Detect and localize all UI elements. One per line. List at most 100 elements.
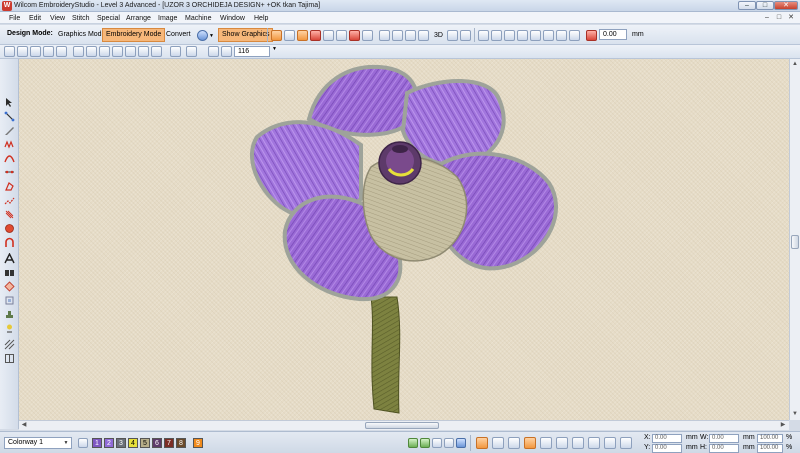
w-field[interactable]: 0.00: [709, 434, 739, 443]
print-icon[interactable]: [43, 46, 54, 57]
duplicate-icon[interactable]: [125, 46, 136, 57]
maximize-button[interactable]: □: [756, 1, 774, 10]
x-field[interactable]: 0.00: [652, 434, 682, 443]
show-guides-icon[interactable]: [405, 30, 416, 41]
colorway-options-icon[interactable]: [78, 438, 88, 448]
open-file-icon[interactable]: [17, 46, 28, 57]
align-center-icon[interactable]: [543, 30, 554, 41]
group-icon[interactable]: [478, 30, 489, 41]
monogram-icon[interactable]: [4, 267, 15, 278]
chevron-down-icon[interactable]: ▼: [209, 33, 215, 39]
color-swatch-7[interactable]: 7: [164, 438, 174, 448]
transform-icon[interactable]: [492, 437, 504, 449]
color-swatch-3[interactable]: 3: [116, 438, 126, 448]
mirror-icon[interactable]: [138, 46, 149, 57]
show-graphics-button[interactable]: Show Graphics: [218, 28, 274, 42]
rotate-icon[interactable]: [586, 30, 597, 41]
show-needle-points-icon[interactable]: [310, 30, 321, 41]
knife-icon[interactable]: [4, 125, 15, 136]
menu-help[interactable]: Help: [254, 14, 268, 23]
menu-stitch[interactable]: Stitch: [72, 14, 90, 23]
color-swatch-8[interactable]: 8: [176, 438, 186, 448]
cut-icon[interactable]: [73, 46, 84, 57]
y-field[interactable]: 0.00: [652, 444, 682, 453]
branching-icon[interactable]: [4, 339, 15, 350]
colorway-select[interactable]: Colorway 1 ▼: [4, 437, 72, 449]
color-film-icon[interactable]: [456, 438, 466, 448]
ungroup-icon[interactable]: [491, 30, 502, 41]
complex-fill-icon[interactable]: [4, 181, 15, 192]
horizontal-scrollbar[interactable]: ◀ ▶: [19, 420, 789, 430]
w-percent-field[interactable]: 100.00: [757, 434, 783, 443]
show-vector-icon[interactable]: [460, 30, 471, 41]
paste-icon[interactable]: [99, 46, 110, 57]
horizontal-scroll-thumb[interactable]: [365, 422, 439, 429]
lock-icon[interactable]: [504, 30, 515, 41]
hoop-icon[interactable]: [620, 437, 632, 449]
h-field[interactable]: 0.00: [709, 444, 739, 453]
unlock-icon[interactable]: [517, 30, 528, 41]
show-stitches-icon[interactable]: [284, 30, 295, 41]
show-objects-icon[interactable]: [297, 30, 308, 41]
chevron-down-icon[interactable]: ▼: [62, 439, 70, 447]
remove-thread-icon[interactable]: [420, 438, 430, 448]
show-rulers-icon[interactable]: [392, 30, 403, 41]
show-hoop-icon[interactable]: [379, 30, 390, 41]
color-swatch-2[interactable]: 2: [104, 438, 114, 448]
menu-window[interactable]: Window: [220, 14, 245, 23]
vertical-scrollbar[interactable]: ▲ ▼: [789, 59, 800, 420]
select-arrow-icon[interactable]: [4, 97, 15, 108]
slow-redraw-icon[interactable]: [572, 437, 584, 449]
show-bitmap-icon[interactable]: [418, 30, 429, 41]
artistic-view-icon[interactable]: [447, 30, 458, 41]
chevron-down-icon[interactable]: ▼: [272, 46, 280, 57]
rotation-field[interactable]: 0.00: [599, 29, 627, 40]
align-left-icon[interactable]: [530, 30, 541, 41]
show-trims-icon[interactable]: [349, 30, 360, 41]
3d-view-button[interactable]: 3D: [430, 29, 447, 43]
color-swatch-9[interactable]: 9: [193, 438, 203, 448]
appliqué-icon[interactable]: [4, 281, 15, 292]
design-canvas[interactable]: [19, 59, 789, 420]
flip-icon[interactable]: [151, 46, 162, 57]
menu-edit[interactable]: Edit: [29, 14, 41, 23]
check-icon[interactable]: [508, 437, 520, 449]
view-design-icon[interactable]: [556, 437, 568, 449]
mdi-minimize-button[interactable]: –: [762, 14, 772, 22]
mdi-restore-button[interactable]: □: [774, 14, 784, 22]
vertical-scroll-thumb[interactable]: [791, 235, 799, 249]
run-icon[interactable]: [4, 195, 15, 206]
menu-view[interactable]: View: [50, 14, 65, 23]
selection-icon[interactable]: [476, 437, 488, 449]
delete-icon[interactable]: [112, 46, 123, 57]
stitch-player-icon[interactable]: [540, 437, 552, 449]
travel-icon[interactable]: [588, 437, 600, 449]
palette-editor-icon[interactable]: [444, 438, 454, 448]
show-functions-icon[interactable]: [336, 30, 347, 41]
convert-button[interactable]: Convert: [162, 28, 195, 42]
embroidery-design[interactable]: [19, 59, 789, 420]
align-right-icon[interactable]: [556, 30, 567, 41]
new-file-icon[interactable]: [4, 46, 15, 57]
circle-icon[interactable]: [4, 223, 15, 234]
stitch-type-icon[interactable]: [4, 139, 15, 150]
minimize-button[interactable]: –: [738, 1, 756, 10]
embroidery-mode-button[interactable]: Embroidery Mode: [102, 28, 166, 42]
auto-digitize-icon[interactable]: [4, 295, 15, 306]
redo-icon[interactable]: [186, 46, 197, 57]
menu-special[interactable]: Special: [97, 14, 120, 23]
color-swatch-1[interactable]: 1: [92, 438, 102, 448]
menu-arrange[interactable]: Arrange: [126, 14, 151, 23]
show-all-icon[interactable]: [271, 30, 282, 41]
column-a-icon[interactable]: [4, 153, 15, 164]
zoom-icon[interactable]: [208, 46, 219, 57]
mdi-close-button[interactable]: ✕: [786, 14, 796, 22]
split-icon[interactable]: [4, 353, 15, 364]
globe-icon[interactable]: [197, 30, 208, 41]
column-b-icon[interactable]: [4, 167, 15, 178]
copy-icon[interactable]: [86, 46, 97, 57]
show-connectors-icon[interactable]: [323, 30, 334, 41]
arch-icon[interactable]: [4, 237, 15, 248]
menu-image[interactable]: Image: [158, 14, 177, 23]
print-preview-icon[interactable]: [56, 46, 67, 57]
